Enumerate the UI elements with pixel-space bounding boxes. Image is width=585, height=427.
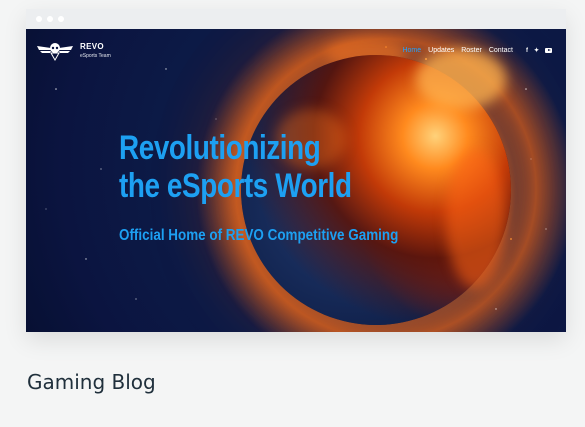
window-dot	[58, 16, 64, 22]
nav-link-updates[interactable]: Updates	[428, 47, 454, 54]
window-dot	[47, 16, 53, 22]
browser-chrome-bar	[26, 9, 566, 29]
nav-link-contact[interactable]: Contact	[489, 47, 513, 54]
twitter-icon[interactable]: ✦	[534, 47, 539, 54]
window-dot	[36, 16, 42, 22]
hero-tagline: Official Home of REVO Competitive Gaming	[119, 227, 399, 244]
social-links: f ✦	[526, 47, 552, 54]
site-logo[interactable]: REVO eSports Team	[36, 39, 111, 61]
template-title[interactable]: Gaming Blog	[27, 370, 156, 394]
facebook-icon[interactable]: f	[526, 48, 528, 54]
site-nav: Home Updates Roster Contact f ✦	[402, 47, 552, 54]
hero-headline-line-1: Revolutionizing	[119, 129, 321, 167]
youtube-icon[interactable]	[545, 48, 552, 53]
nav-link-roster[interactable]: Roster	[461, 47, 482, 54]
logo-subtitle: eSports Team	[80, 52, 111, 59]
template-preview-card[interactable]: REVO eSports Team Home Updates Roster Co…	[26, 9, 566, 332]
hero-headline: Revolutionizing the eSports World	[119, 129, 352, 205]
nav-link-home[interactable]: Home	[402, 47, 421, 54]
logo-name: REVO	[80, 41, 104, 51]
solar-flare	[446, 149, 506, 289]
solar-flare	[416, 49, 506, 109]
skull-wings-logo-icon	[37, 43, 73, 61]
hero-headline-line-2: the eSports World	[119, 167, 352, 205]
hero-section: REVO eSports Team Home Updates Roster Co…	[26, 29, 566, 332]
